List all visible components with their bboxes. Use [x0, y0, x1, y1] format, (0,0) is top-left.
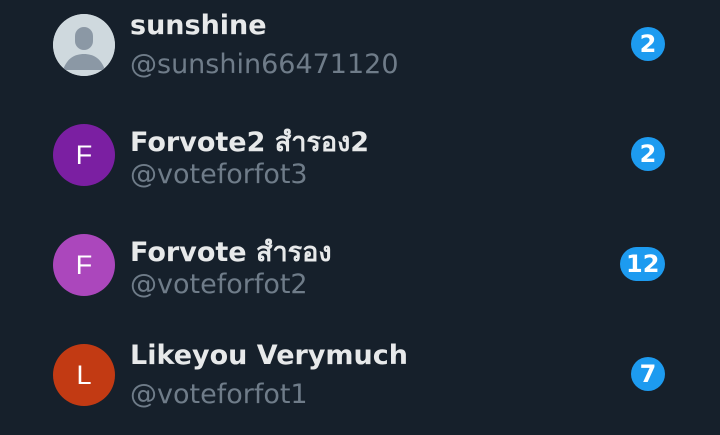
avatar-initial: F [75, 249, 93, 280]
unread-count-badge: 12 [620, 247, 666, 281]
avatar[interactable]: F [53, 124, 115, 186]
avatar[interactable]: F [53, 234, 115, 296]
display-name: Forvote2 สำรอง2 [130, 127, 370, 158]
user-handle: @voteforfot1 [130, 379, 308, 410]
conversation-item-sunshine[interactable]: sunshine @sunshin66471120 2 [0, 0, 720, 97]
avatar[interactable]: L [53, 344, 115, 406]
display-name: Likeyou Verymuch [130, 340, 409, 371]
user-handle: @sunshin66471120 [130, 49, 399, 80]
user-handle: @voteforfot2 [130, 269, 308, 300]
unread-count-badge: 2 [631, 27, 665, 61]
default-user-icon [53, 14, 115, 76]
unread-count-badge: 2 [631, 137, 665, 171]
avatar-initial: F [75, 139, 93, 170]
conversation-item-forvote2[interactable]: F Forvote2 สำรอง2 @voteforfot3 2 [0, 97, 720, 207]
avatar-initial: L [76, 359, 92, 390]
conversation-item-forvote[interactable]: F Forvote สำรอง @voteforfot2 12 [0, 207, 720, 317]
user-handle: @voteforfot3 [130, 159, 308, 190]
unread-count-badge: 7 [631, 357, 665, 391]
display-name: Forvote สำรอง [130, 237, 332, 268]
avatar[interactable] [53, 14, 115, 76]
conversation-list: sunshine @sunshin66471120 2 F Forvote2 ส… [0, 0, 720, 435]
conversation-item-likeyou[interactable]: L Likeyou Verymuch @voteforfot1 7 [0, 317, 720, 427]
display-name: sunshine [130, 10, 267, 41]
